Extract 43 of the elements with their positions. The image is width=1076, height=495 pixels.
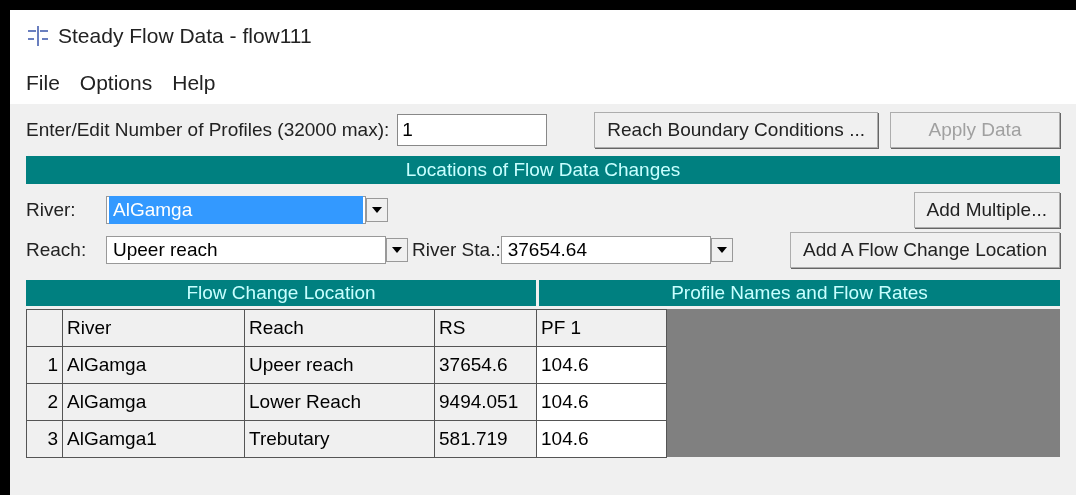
table-cell[interactable]: 104.6 — [536, 383, 667, 421]
table-cell[interactable]: 104.6 — [536, 346, 667, 384]
profiles-label: Enter/Edit Number of Profiles (32000 max): — [26, 117, 390, 142]
boundary-button[interactable]: Reach Boundary Conditions ... — [594, 112, 878, 148]
column-header: PF 1 — [536, 309, 667, 347]
profiles-field[interactable]: 1 — [397, 114, 548, 146]
menu-item[interactable]: Help — [172, 67, 216, 99]
table-header: Flow Change Location — [26, 280, 536, 306]
row-number: 2 — [26, 383, 63, 421]
add-multiple-button[interactable]: Add Multiple... — [913, 192, 1060, 228]
table-cell: 37654.6 — [434, 346, 537, 384]
reach-dropdown[interactable]: Upeer reach — [106, 236, 386, 264]
reach-label: Reach: — [26, 237, 88, 262]
caret-icon — [392, 247, 402, 253]
row-number: 1 — [26, 346, 63, 384]
table-cell: AlGamga1 — [62, 420, 245, 458]
add-location-button[interactable]: Add A Flow Change Location — [790, 232, 1060, 268]
table-cell: 581.719 — [434, 420, 537, 458]
window-title: Steady Flow Data - flow111 — [58, 23, 312, 50]
river-station-label: River Sta.: — [412, 237, 501, 262]
column-header: RS — [434, 309, 537, 347]
caret-icon — [716, 247, 727, 253]
table-cell: AlGamga — [62, 346, 245, 384]
column-header: Reach — [244, 309, 435, 347]
menu-item[interactable]: Options — [79, 67, 153, 99]
river-label: River: — [26, 197, 77, 222]
menu-item[interactable]: File — [26, 67, 60, 99]
table-header: Profile Names and Flow Rates — [539, 280, 1060, 306]
column-header: River — [62, 309, 245, 347]
river-station-dropdown[interactable]: 37654.64 — [500, 236, 711, 264]
table-cell: 9494.051 — [434, 383, 537, 421]
section-header: Locations of Flow Data Changes — [26, 156, 1060, 184]
dropdown-button[interactable] — [386, 238, 408, 262]
dropdown-button[interactable] — [710, 238, 733, 262]
table-cell[interactable]: 104.6 — [536, 420, 667, 458]
table-cell: Upeer reach — [244, 346, 435, 384]
flow-icon — [26, 25, 50, 47]
table-cell: Lower Reach — [244, 383, 435, 421]
table-cell: Trebutary — [244, 420, 435, 458]
dropdown-button[interactable] — [366, 198, 388, 222]
caret-icon — [372, 207, 382, 213]
table-cell: AlGamga — [62, 383, 245, 421]
row-number: 3 — [26, 420, 63, 458]
